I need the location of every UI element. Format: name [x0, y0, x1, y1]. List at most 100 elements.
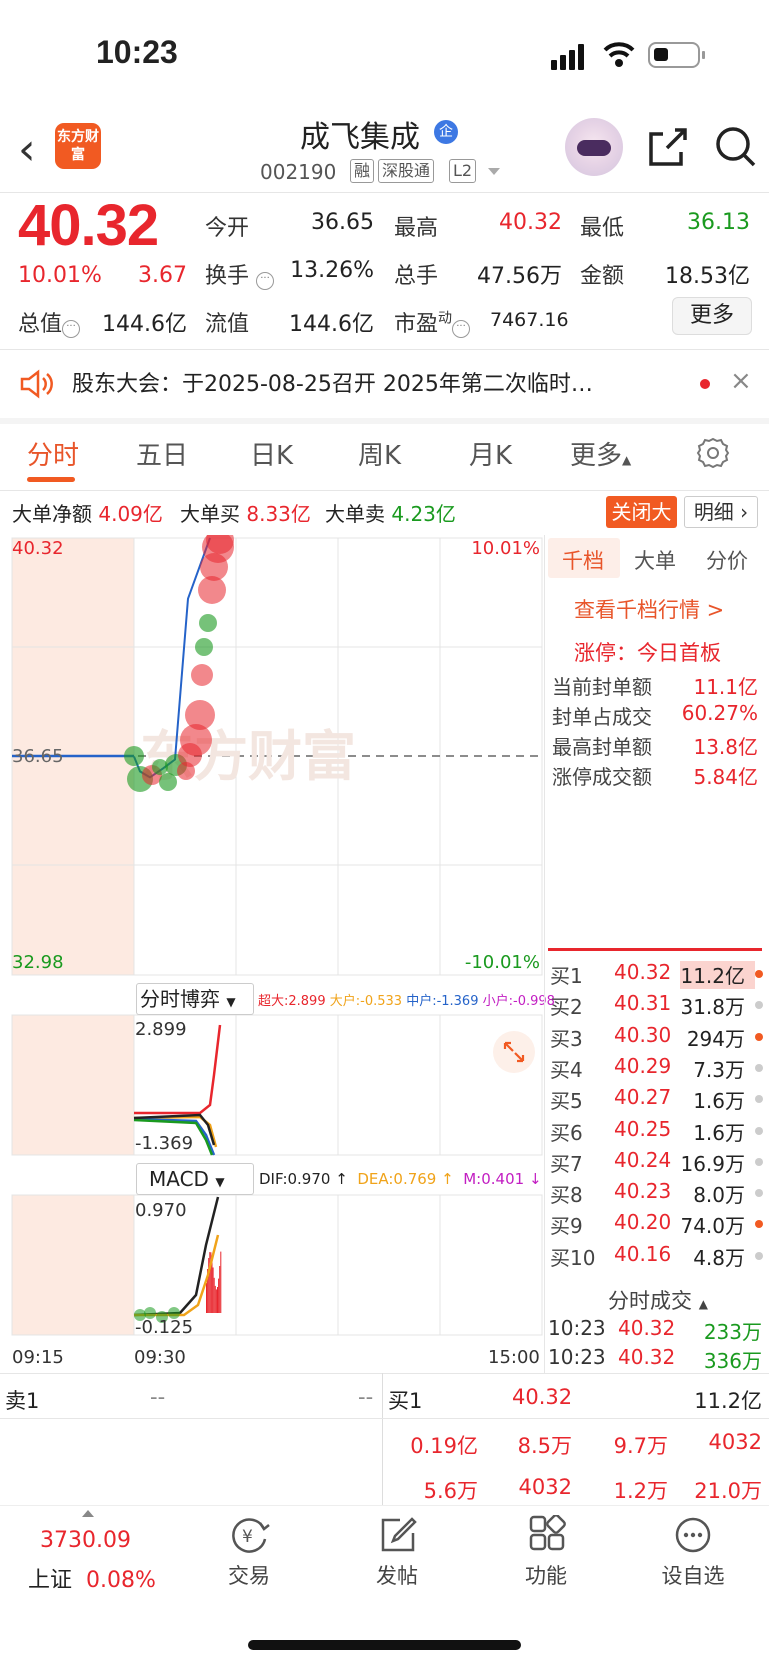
order-book-level: 买4: [550, 1057, 583, 1082]
index-expand-icon[interactable]: [82, 1510, 94, 1517]
tab-monthly-k[interactable]: 月K: [469, 435, 512, 472]
thousand-level-link[interactable]: 查看千档行情 >: [574, 594, 724, 624]
trade-time: 10:23: [548, 1345, 606, 1369]
tab-five-day[interactable]: 五日: [136, 435, 188, 472]
close-icon[interactable]: ×: [730, 366, 752, 396]
open-value: 36.65: [311, 210, 374, 235]
index-value[interactable]: 3730.09: [40, 1528, 131, 1553]
trade-volume: 336万: [703, 1349, 762, 1373]
queue-cell: 9.7万: [613, 1434, 668, 1458]
order-book-level: 买6: [550, 1120, 583, 1145]
macd-bar: [214, 1285, 216, 1313]
unread-dot: [700, 379, 710, 389]
game-indicator-select[interactable]: 分时博弈 ▼: [136, 983, 254, 1015]
watchlist-icon[interactable]: [673, 1515, 713, 1555]
order-book-level: 买5: [550, 1089, 583, 1114]
macd-indicator-select[interactable]: MACD ▼: [136, 1163, 254, 1195]
macd-bar: [213, 1277, 215, 1313]
order-dot: [755, 1063, 763, 1072]
order-book-price: 40.24: [614, 1147, 672, 1172]
float-label: 流值: [205, 312, 250, 337]
post-icon[interactable]: [378, 1515, 418, 1555]
home-indicator: [248, 1640, 521, 1650]
code-dropdown-icon[interactable]: [488, 168, 500, 175]
limit-info-label: 当前封单额: [552, 675, 652, 699]
tab-intraday[interactable]: 分时: [27, 435, 79, 472]
queue-cell: 1.2万: [613, 1479, 668, 1503]
assistant-avatar[interactable]: [565, 118, 623, 176]
divider: [382, 1373, 383, 1505]
tab-more[interactable]: 更多▲: [570, 435, 631, 472]
order-dot: [755, 970, 763, 978]
app-logo[interactable]: 东方财富: [55, 123, 101, 169]
wifi-icon: [603, 42, 635, 67]
divider: [0, 1418, 769, 1419]
expand-icon[interactable]: [492, 1030, 536, 1074]
big-order-bubble: [199, 614, 217, 632]
order-book-row: 买8 40.23 8.0万: [548, 1179, 769, 1210]
trade-time: 10:23: [548, 1316, 606, 1340]
y-max-label: 40.32: [12, 538, 64, 559]
detail-button[interactable]: 明细 ›: [684, 496, 758, 528]
nav-function[interactable]: 功能: [501, 1560, 591, 1590]
tab-thousand-level[interactable]: 千档: [562, 545, 604, 575]
order-book-row: 买7 40.24 16.9万: [548, 1148, 769, 1179]
big-order-bubble: [191, 664, 213, 686]
queue-cell: 4032: [518, 1475, 572, 1499]
macd-bar: [217, 1287, 218, 1313]
enterprise-badge: 企: [434, 120, 458, 144]
order-dot: [755, 1095, 763, 1104]
order-book-price: 40.25: [614, 1116, 672, 1141]
order-book-row: 买6 40.25 1.6万: [548, 1117, 769, 1148]
buy1-price: 40.32: [512, 1385, 573, 1409]
tab-weekly-k[interactable]: 周K: [358, 435, 401, 472]
tag-l2: L2: [449, 159, 477, 183]
order-book-row: 买9 40.20 74.0万: [548, 1210, 769, 1241]
queue-cell: 21.0万: [694, 1479, 762, 1503]
game-bottom-label: -1.369: [135, 1133, 194, 1154]
more-button[interactable]: 更多: [672, 297, 752, 335]
order-dot: [755, 1157, 763, 1166]
close-big-order-button[interactable]: 关闭大单: [606, 496, 677, 556]
share-icon[interactable]: [645, 124, 691, 170]
speaker-icon: [20, 369, 53, 399]
pct-max-label: 10.01%: [471, 538, 540, 559]
tag-connect: 深股通: [378, 159, 435, 183]
amount-value: 18.53亿: [665, 264, 750, 289]
trades-title[interactable]: 分时成交 ▲: [608, 1285, 708, 1315]
divider: [0, 490, 769, 491]
order-book-price: 40.23: [614, 1179, 672, 1204]
order-book-row: 买3 40.30 294万: [548, 1023, 769, 1054]
order-book-level: 买1: [550, 964, 583, 988]
nav-post[interactable]: 发帖: [352, 1560, 442, 1590]
limit-info-value: 5.84亿: [693, 765, 758, 789]
nav-trade[interactable]: 交易: [204, 1560, 294, 1590]
sell1-label: 卖1: [5, 1389, 40, 1413]
status-time: 10:23: [96, 34, 178, 70]
index-info[interactable]: 上证 0.08%: [28, 1562, 156, 1594]
function-icon[interactable]: [527, 1515, 567, 1555]
order-book-row: 买4 40.29 7.3万: [548, 1054, 769, 1085]
macd-bar: [215, 1289, 217, 1313]
current-price: 40.32: [18, 193, 159, 258]
notice-text[interactable]: 股东大会：于2025-08-25召开 2025年第二次临时…: [72, 366, 677, 398]
order-book-level: 买3: [550, 1026, 583, 1051]
tab-price-dist[interactable]: 分价: [706, 545, 748, 575]
tab-daily-k[interactable]: 日K: [250, 435, 293, 472]
back-button[interactable]: ‹: [18, 128, 36, 172]
order-book-volume: 1.6万: [693, 1120, 745, 1145]
macd-top-label: 0.970: [135, 1200, 187, 1221]
trade-icon[interactable]: ¥: [228, 1515, 272, 1555]
sell1-price: --: [150, 1385, 166, 1409]
macd-bar: [206, 1283, 207, 1313]
intraday-chart[interactable]: 东方财富: [0, 535, 545, 1350]
trade-price: 40.32: [618, 1316, 676, 1340]
settings-icon[interactable]: [696, 436, 730, 470]
search-icon[interactable]: [713, 124, 759, 170]
nav-add-watchlist[interactable]: 设自选: [648, 1560, 738, 1590]
tab-big-order[interactable]: 大单: [634, 545, 676, 575]
big-order-buy: 大单买 8.33亿: [180, 502, 311, 526]
order-book-price: 40.32: [614, 960, 672, 984]
limit-info-label: 封单占成交: [552, 705, 652, 729]
order-book-price: 40.31: [614, 991, 672, 1016]
